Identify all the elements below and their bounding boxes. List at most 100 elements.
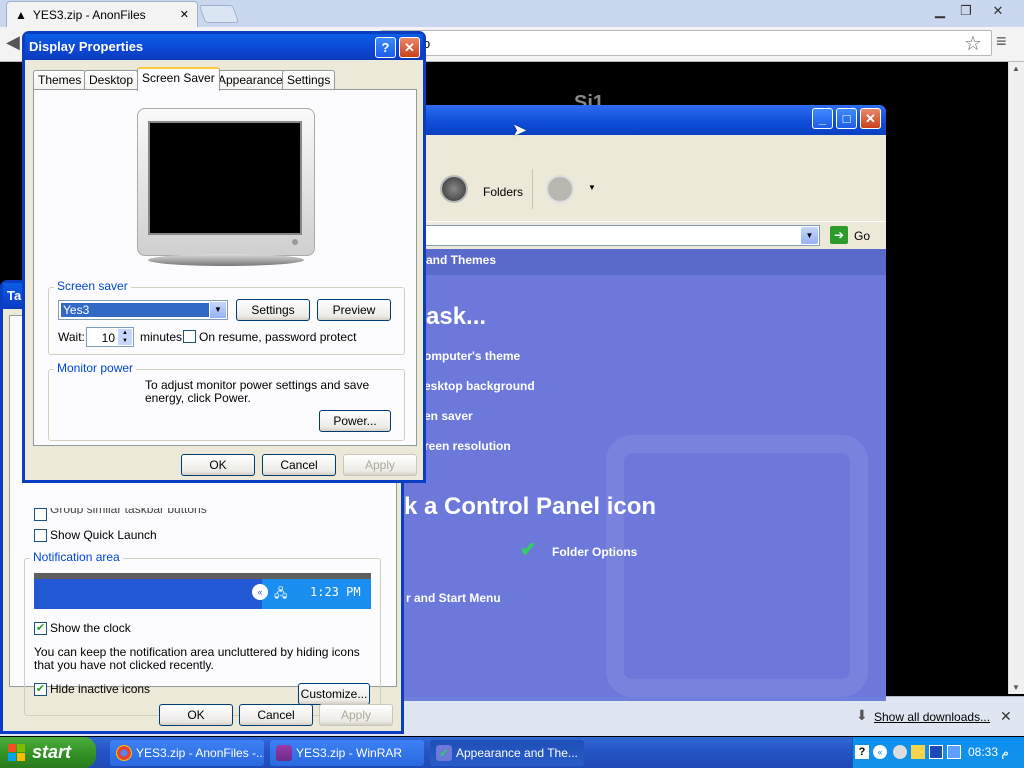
ok-button[interactable]: OK [159,704,233,726]
mouse-cursor-icon: ➤ [512,120,528,140]
pick-task-heading: ask... [426,303,487,330]
search-icon[interactable] [440,175,468,203]
group-buttons-checkbox[interactable] [34,508,47,521]
hide-inactive-checkbox[interactable]: ✔ [34,683,47,696]
tray-network-icon[interactable] [947,745,961,759]
back-arrow-icon[interactable]: ◀ [6,32,20,53]
show-clock-checkbox[interactable]: ✔ [34,622,47,635]
task-link-resolution[interactable]: reen resolution [424,439,511,453]
settings-button[interactable]: Settings [236,299,310,321]
tray-user-icon[interactable] [911,745,925,759]
restore-icon[interactable]: ❐ [954,2,978,20]
cancel-button[interactable]: Cancel [262,454,336,476]
folder-options-link[interactable]: Folder Options [552,545,637,559]
task-link-background[interactable]: esktop background [424,379,535,393]
monitor-power-description: To adjust monitor power settings and sav… [145,378,370,405]
tray-expand-icon[interactable]: « [873,745,887,759]
screen-saver-select[interactable]: Yes3 ▼ [58,300,228,320]
go-arrow-icon[interactable]: ➔ [830,226,848,244]
tray-expand-icon: « [252,584,268,600]
task-link-screen-saver[interactable]: en saver [424,409,473,423]
folders-button[interactable]: Folders [483,185,523,199]
customize-button[interactable]: Customize... [298,683,370,705]
close-tab-icon[interactable]: ✕ [180,8,189,21]
password-protect-checkbox[interactable] [183,330,196,343]
monitor-power-label: Monitor power [54,361,137,375]
close-downloads-bar-icon[interactable]: ✕ [1000,708,1012,725]
address-bar[interactable]: o [380,30,992,56]
close-icon[interactable]: ✕ [860,108,881,129]
tab-themes[interactable]: Themes [33,70,87,90]
apply-button[interactable]: Apply [343,454,417,476]
windows-logo-icon [8,744,26,762]
preview-button[interactable]: Preview [317,299,391,321]
taskbar-button-label: YES3.zip - AnonFiles -... [136,746,264,760]
power-button[interactable]: Power... [319,410,391,432]
views-dropdown-icon[interactable]: ▼ [588,183,596,192]
minutes-label: minutes [140,330,183,344]
wait-label: Wait: [58,330,85,344]
control-panel-window: _ □ ✕ Folders ▼ ▼ ➔ Go and Themes ask...… [392,105,886,701]
page-scrollbar[interactable]: ▲ ▼ [1008,62,1024,694]
tab-screen-saver[interactable]: Screen Saver [137,67,220,91]
browser-tab[interactable]: ▲ YES3.zip - AnonFiles ✕ [6,1,198,27]
show-clock-label: Show the clock [50,621,131,635]
tray-clock[interactable]: 08:33 م [968,745,1009,759]
control-panel-titlebar[interactable]: _ □ ✕ [392,105,886,135]
taskbar-button-winrar[interactable]: YES3.zip - WinRAR [270,740,424,766]
anonfiles-favicon-icon: ▲ [15,7,27,22]
task-link-theme[interactable]: omputer's theme [424,349,520,363]
tab-appearance[interactable]: Appearance [213,70,288,90]
hide-inactive-label: Hide inactive icons [50,682,151,696]
taskbar-start-menu-link[interactable]: r and Start Menu [406,591,501,605]
control-panel-body: and Themes ask... omputer's theme esktop… [392,249,886,697]
display-properties-titlebar[interactable]: Display Properties ? ✕ [25,34,423,60]
address-dropdown-icon[interactable]: ▼ [801,227,818,244]
help-icon[interactable]: ? [375,37,396,58]
screen-saver-label: Screen saver [54,279,131,293]
views-icon[interactable] [546,175,574,203]
scroll-up-icon[interactable]: ▲ [1012,64,1020,73]
wait-value: 10 [101,331,115,345]
taskbar-button-label: Appearance and The... [456,746,578,760]
toolbar-divider [532,169,533,209]
quick-launch-label: Show Quick Launch [50,528,157,542]
cancel-button[interactable]: Cancel [239,704,313,726]
screen-saver-selected: Yes3 [61,303,209,317]
control-panel-icon: ✔ [436,745,452,761]
spin-up-icon[interactable]: ▲ [118,329,132,337]
display-properties-window: Display Properties ? ✕ Themes Desktop Sc… [22,31,426,483]
monitor-preview [137,108,315,256]
help-icon[interactable]: ? [855,745,869,759]
new-tab-button[interactable] [198,5,240,23]
quick-launch-checkbox[interactable] [34,529,47,542]
bookmark-star-icon[interactable]: ☆ [964,31,982,56]
taskbar-button-label: YES3.zip - WinRAR [296,746,403,760]
pick-icon-heading: k a Control Panel icon [404,493,657,520]
scroll-down-icon[interactable]: ▼ [1012,683,1020,692]
menu-icon[interactable]: ≡ [996,31,1007,52]
notification-description: You can keep the notification area unclu… [34,645,360,672]
category-watermark [606,435,868,697]
address-field[interactable]: ▼ [392,225,820,246]
taskbar-button-control-panel[interactable]: ✔ Appearance and The... [430,740,584,766]
notification-area-label: Notification area [30,550,123,564]
tray-word-icon[interactable] [929,745,943,759]
wait-spinner[interactable]: 10 ▲ ▼ [86,327,134,347]
taskbar-button-chrome[interactable]: YES3.zip - AnonFiles -... [110,740,264,766]
show-all-downloads-link[interactable]: Show all downloads... [874,710,990,724]
close-window-icon[interactable]: ✕ [986,2,1010,20]
tab-desktop[interactable]: Desktop [84,70,139,90]
maximize-icon[interactable]: □ [836,108,857,129]
go-button[interactable]: Go [854,229,870,243]
folder-options-icon[interactable]: ✔ [520,537,537,562]
chevron-down-icon[interactable]: ▼ [210,302,226,318]
tab-settings[interactable]: Settings [282,70,336,90]
tray-app-icon[interactable] [893,745,907,759]
minimize-icon[interactable]: _ [812,108,833,129]
spin-down-icon[interactable]: ▼ [118,337,132,345]
ok-button[interactable]: OK [181,454,255,476]
apply-button[interactable]: Apply [319,704,393,726]
minimize-icon[interactable]: ▁ [928,2,952,20]
close-icon[interactable]: ✕ [399,37,420,58]
